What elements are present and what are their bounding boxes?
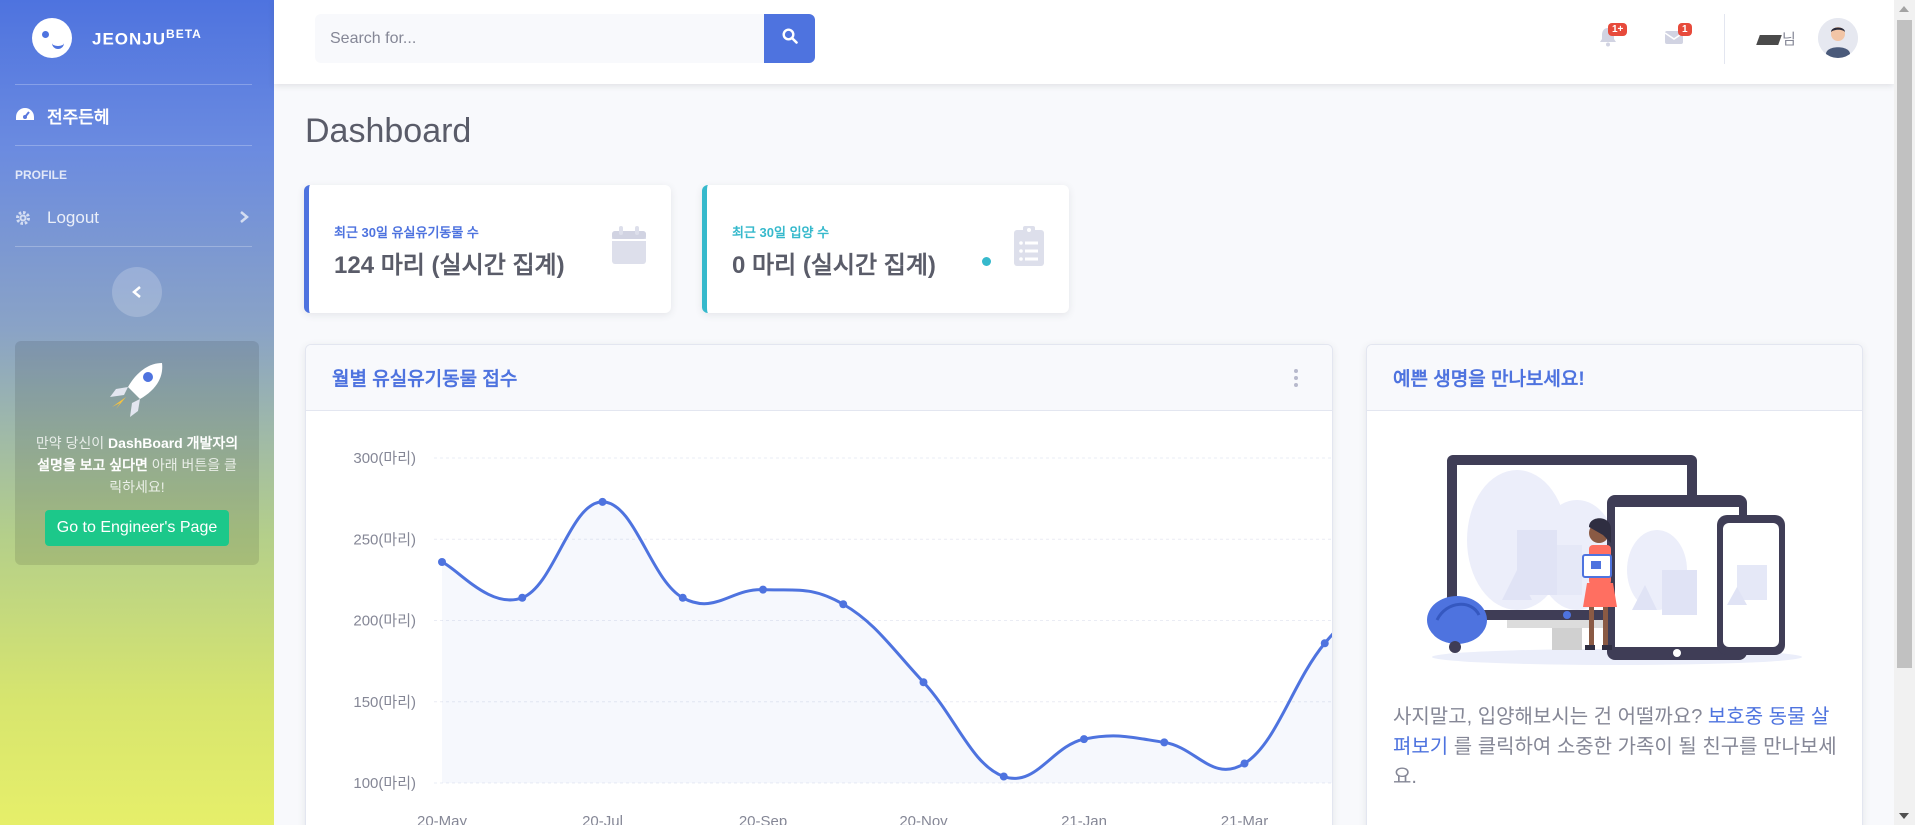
adopt-card: 예쁜 생명을 만나보세요! 사지말고, 입양해보시는 건 어떨까요? 보호중 동… (1366, 344, 1863, 825)
chart-card: 월별 유실유기동물 접수 100(마리) 150(마리) 200(마리) 250(마리… (305, 344, 1333, 825)
card-header: 월별 유실유기동물 접수 (306, 345, 1332, 411)
promo-text: 만약 당신이 DashBoard 개발자의 설명을 보고 싶다면 아래 버튼을 … (35, 435, 239, 495)
sidebar-item-label: Logout (47, 208, 99, 227)
stat-card-lost-animals: 최근 30일 유실유기동물 수 124 마리 (실시간 집계) (304, 185, 671, 313)
y-tick-label: 100(마리) (353, 775, 416, 792)
laugh-wink-icon (32, 18, 72, 58)
scroll-up-arrow[interactable] (1899, 6, 1909, 12)
stat-value: 0 마리 (실시간 집계) (732, 252, 936, 279)
page-scrollbar[interactable] (1894, 0, 1915, 825)
stat-label: 최근 30일 입양 수 (732, 225, 830, 240)
card-header: 예쁜 생명을 만나보세요! (1367, 345, 1862, 411)
sidebar-divider (15, 246, 252, 247)
avatar[interactable] (1818, 18, 1858, 58)
sidebar-promo-card: 만약 당신이 DashBoard 개발자의 설명을 보고 싶다면 아래 버튼을 … (15, 341, 259, 565)
data-point (839, 600, 848, 609)
search-button[interactable] (764, 14, 815, 63)
data-point (1080, 735, 1088, 744)
sidebar-item-dashboard[interactable]: 전주든헤 (0, 85, 274, 145)
x-tick-label: 21-Jan (1061, 813, 1107, 825)
redacted-name (1756, 35, 1782, 46)
messages-badge: 1 (1678, 23, 1692, 36)
scroll-down-arrow[interactable] (1899, 813, 1909, 819)
topbar: 1+ 1 님 (274, 0, 1894, 84)
stat-value: 124 마리 (실시간 집계) (334, 252, 565, 279)
alerts-button[interactable]: 1+ (1594, 23, 1628, 52)
x-tick-label: 20-May (417, 813, 468, 825)
adopt-title: 예쁜 생명을 만나보세요! (1393, 369, 1585, 390)
x-tick-label: 20-Nov (899, 813, 948, 825)
brand-beta: BETA (166, 26, 202, 41)
y-tick-label: 200(마리) (353, 613, 416, 630)
engineer-page-button[interactable]: Go to Engineer's Page (44, 510, 230, 546)
data-point (1160, 738, 1169, 747)
tachometer-icon (15, 107, 35, 123)
y-tick-label: 250(마리) (353, 531, 416, 548)
chevron-right-icon (239, 210, 249, 227)
devices-illustration (1417, 435, 1817, 680)
stat-label: 최근 30일 유실유기동물 수 (334, 225, 479, 240)
data-point (598, 497, 607, 506)
stat-card-adoptions: 최근 30일 입양 수 0 마리 (실시간 집계) (702, 185, 1069, 313)
data-point (438, 558, 446, 566)
cog-icon (15, 210, 35, 226)
search-input[interactable] (315, 14, 764, 63)
scroll-thumb[interactable] (1897, 20, 1912, 668)
page-title: Dashboard (305, 112, 472, 150)
data-point (518, 593, 527, 602)
rocket-icon (35, 359, 239, 426)
topbar-divider (1724, 14, 1725, 64)
sidebar-heading-profile: PROFILE (15, 168, 68, 182)
data-point (999, 772, 1008, 781)
chevron-left-icon (132, 279, 142, 305)
brand-name: JEONJUBETA (92, 26, 202, 49)
sidebar-item-logout[interactable]: Logout (0, 190, 274, 246)
sidebar-toggle-button[interactable] (112, 267, 162, 317)
adopt-description: 사지말고, 입양해보시는 건 어떨까요? 보호중 동물 살펴보기 를 클릭하여 … (1393, 706, 1837, 788)
data-point (678, 593, 687, 602)
alerts-badge: 1+ (1608, 23, 1628, 36)
user-name[interactable]: 님 (1756, 28, 1796, 49)
messages-button[interactable]: 1 (1660, 23, 1692, 52)
x-tick-label: 20-Jul (582, 813, 623, 825)
data-point (919, 678, 928, 687)
search-icon (781, 28, 798, 49)
data-point (1240, 759, 1249, 768)
clipboard-list-icon (1013, 225, 1045, 272)
progress-dot (982, 257, 991, 266)
sidebar: JEONJUBETA 전주든헤 PROFILE Logout 만약 당신이 Da… (0, 0, 274, 825)
search-form (315, 14, 815, 63)
y-tick-label: 150(마리) (353, 694, 416, 711)
data-point (759, 585, 767, 594)
brand[interactable]: JEONJUBETA (0, 0, 274, 76)
more-vertical-icon[interactable] (1294, 369, 1298, 390)
x-tick-label: 20-Sep (739, 813, 787, 825)
chart-title: 월별 유실유기동물 접수 (332, 369, 518, 390)
y-tick-label: 300(마리) (353, 450, 416, 467)
data-point (1320, 639, 1329, 648)
area-chart: 100(마리) 150(마리) 200(마리) 250(마리) 300(마리) 20-Ma… (353, 450, 1332, 825)
calendar-icon (611, 225, 647, 270)
sidebar-item-label: 전주든헤 (47, 107, 110, 127)
x-tick-label: 21-Mar (1221, 813, 1269, 825)
